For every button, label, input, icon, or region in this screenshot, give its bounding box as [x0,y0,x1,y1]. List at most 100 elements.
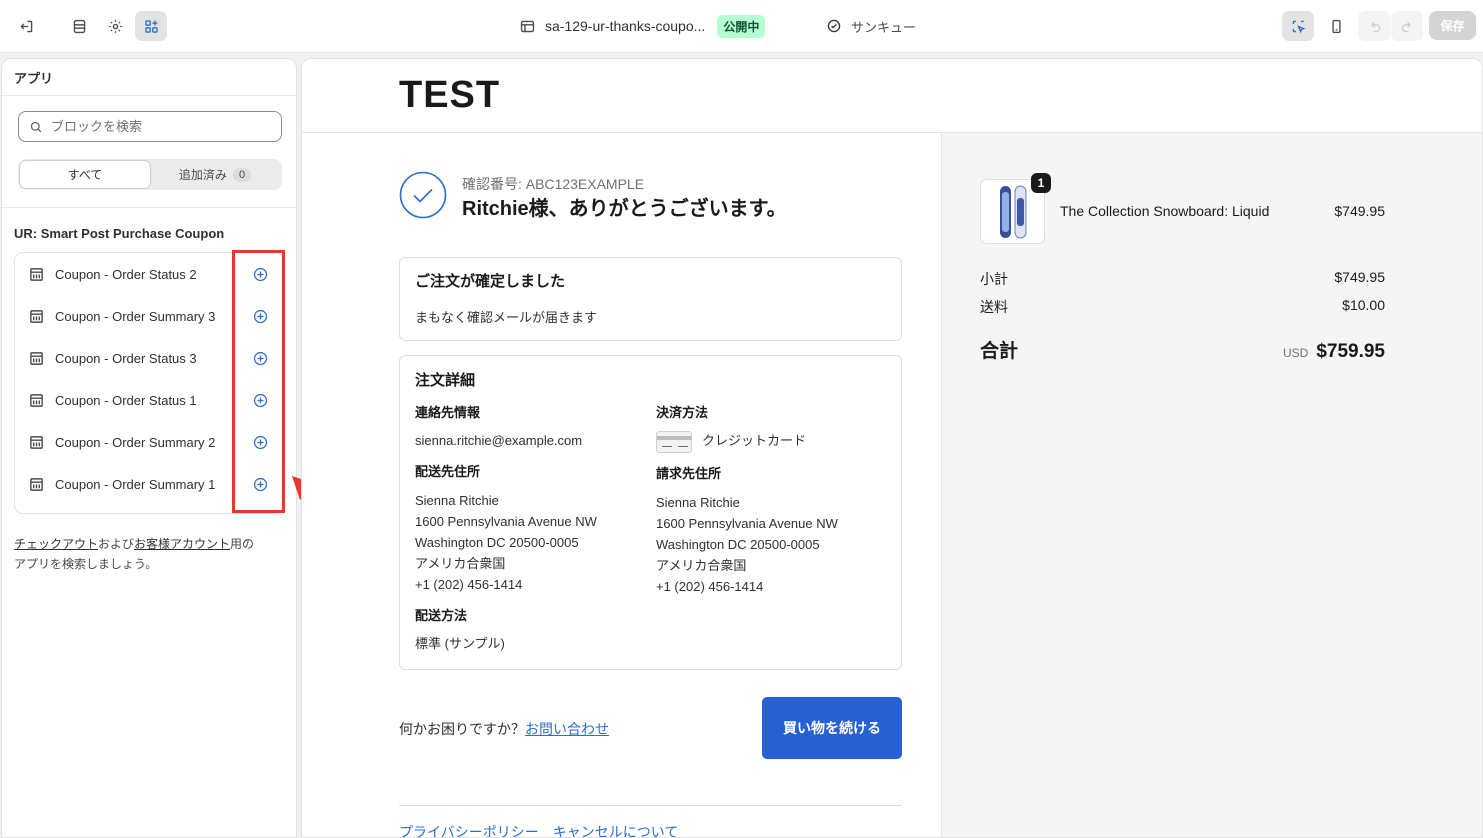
customer-account-link[interactable]: お客様アカウント [134,537,230,551]
subtotal-label: 小計 [980,271,1008,287]
save-button[interactable]: 保存 [1429,11,1476,40]
contact-link[interactable]: お問い合わせ [525,721,609,737]
order-confirmed-card: ご注文が確定しました まもなく確認メールが届きます [399,257,902,341]
theme-selector[interactable]: sa-129-ur-thanks-coupo... 公開中 [519,14,766,38]
block-label: Coupon - Order Summary 2 [55,434,216,450]
search-box[interactable] [18,111,282,142]
search-icon [30,121,42,132]
app-search-help: チェックアウトおよびお客様アカウント用の アプリを検索しましょう。 [14,534,284,574]
block-icon [30,309,43,323]
inspector-button[interactable] [1282,11,1314,41]
store-logo: TEST [399,74,501,116]
cancellation-link[interactable]: キャンセルについて [553,822,679,837]
payment-label: 決済方法 [656,405,709,420]
details-left-column: 連絡先情報 sienna.ritchie@example.com 配送先住所 S… [415,402,645,654]
tab-all[interactable]: すべて [20,161,150,188]
settings-button[interactable] [99,11,131,41]
checkout-preview: TEST 確認番号: ABC123EXAMPLE Ritchie様、ありがとうご… [301,58,1483,838]
status-badge: 公開中 [717,14,766,38]
block-icon [30,351,43,365]
order-confirmed-check-icon [399,171,447,219]
tab-added-label: 追加済み [178,168,227,182]
block-label: Coupon - Order Status 2 [55,266,197,282]
address-line: アメリカ合衆国 [656,557,747,573]
preview-header: TEST [302,59,1482,133]
total-row: 合計 USD $759.95 [980,336,1385,363]
quantity-badge: 1 [1031,173,1051,193]
address-line: アメリカ合衆国 [415,556,506,571]
divider [2,207,296,208]
search-input[interactable] [51,119,271,134]
address-line: Sienna Ritchie [656,494,740,510]
theme-name: sa-129-ur-thanks-coupo... [545,18,706,34]
billing-address-label: 請求先住所 [656,465,722,481]
help-text-end: 用の [230,537,255,551]
credit-card-icon [656,430,692,453]
mobile-view-button[interactable] [1320,11,1352,41]
apps-button[interactable] [135,11,167,41]
help-line: 何かお困りですか？お問い合わせ [399,719,609,739]
address-line: 1600 Pennsylvania Avenue NW [415,514,597,529]
gear-icon [108,19,122,33]
undo-button[interactable] [1358,11,1390,41]
confirmed-text: まもなく確認メールが届きます [415,310,598,325]
annotation-highlight-box [232,250,285,513]
layout-sections-icon [73,19,85,33]
currency-code: USD [1282,346,1309,360]
order-summary: 1 The Collection Snowboard: Liquid $749.… [941,133,1482,837]
confirmed-heading: ご注文が確定しました [415,273,566,290]
page-selector[interactable]: サンキュー [826,14,916,38]
shipping-address-label: 配送先住所 [415,464,481,479]
continue-shopping-button[interactable]: 買い物を続ける [762,697,902,759]
address-line: Washington DC 20500-0005 [415,535,579,550]
redo-button[interactable] [1391,11,1423,41]
shipping-value: $10.00 [1342,297,1385,313]
tab-added[interactable]: 追加済み 0 [150,161,280,188]
store-icon [520,20,535,32]
block-label: Coupon - Order Summary 3 [55,308,216,324]
privacy-policy-link[interactable]: プライバシーポリシー [399,822,539,837]
block-label: Coupon - Order Status 3 [55,350,197,366]
apps-icon [144,19,158,33]
address-line: +1 (202) 456-1414 [415,577,523,592]
product-price: $749.95 [1334,203,1385,219]
details-right-column: 決済方法 クレジットカード 請求先住所 Sienna Ritchie 1600 … [656,402,896,597]
address-line: Washington DC 20500-0005 [656,536,820,552]
filter-tabs: すべて 追加済み 0 [18,159,282,190]
total-value: $759.95 [1316,341,1385,362]
shipping-address: Sienna Ritchie 1600 Pennsylvania Avenue … [415,490,645,595]
app-group-title: UR: Smart Post Purchase Coupon [14,226,225,241]
payment-value: クレジットカード [702,433,807,448]
mobile-icon [1331,19,1341,33]
billing-address: Sienna Ritchie 1600 Pennsylvania Avenue … [656,492,896,597]
divider [399,805,902,806]
cursor-select-icon [1292,20,1305,33]
shipping-method: 標準 (サンプル) [415,636,505,651]
undo-icon [1370,21,1380,32]
confirmation-number: 確認番号: ABC123EXAMPLE [462,176,645,192]
block-label: Coupon - Order Status 1 [55,392,197,408]
tab-all-label: すべて [67,168,103,182]
sections-button[interactable] [63,11,95,41]
added-count-badge: 0 [232,167,252,182]
exit-button[interactable] [10,11,42,41]
shipping-row: 送料 $10.00 [980,297,1385,317]
sidebar-title: アプリ [14,71,54,86]
help-text-mid: および [98,537,135,551]
footer-links: プライバシーポリシー キャンセルについて [399,822,679,837]
subtotal-value: $749.95 [1334,269,1385,285]
checkout-link[interactable]: チェックアウト [14,537,98,551]
block-label: Coupon - Order Summary 1 [55,476,216,492]
address-line: +1 (202) 456-1414 [656,578,764,594]
snowboard-image-icon [999,185,1026,238]
help-text-line2: アプリを検索しましょう。 [14,557,158,571]
block-icon [30,267,43,281]
shipping-label: 送料 [980,299,1008,315]
top-bar: sa-129-ur-thanks-coupo... 公開中 サンキュー 保存 [0,0,1483,53]
help-question: 何かお困りですか？ [399,721,525,737]
divider [2,95,296,96]
order-details-card: 注文詳細 連絡先情報 sienna.ritchie@example.com 配送… [399,355,902,670]
contact-email: sienna.ritchie@example.com [415,433,583,448]
thank-you-heading: Ritchie様、ありがとうございます。 [462,198,787,220]
block-icon [30,393,43,407]
